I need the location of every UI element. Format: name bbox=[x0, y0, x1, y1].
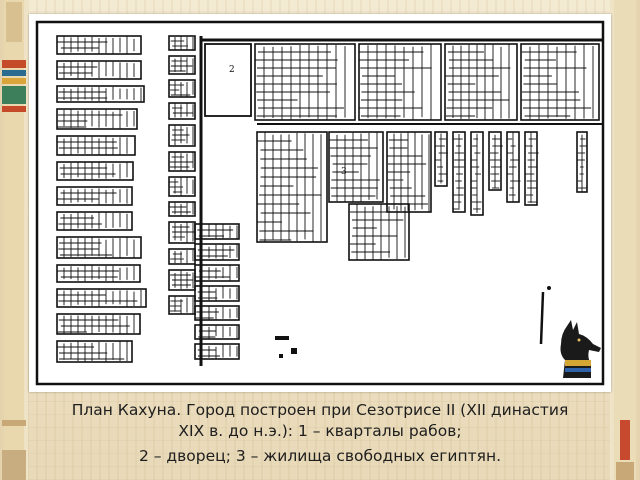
egyptian-pattern-icon bbox=[614, 0, 636, 480]
plan-building-blocks bbox=[56, 35, 600, 363]
anubis-jackal-icon bbox=[560, 320, 601, 378]
caption-line-1: План Кахуна. Город построен при Сезотрис… bbox=[71, 401, 569, 419]
slide-caption: План Кахуна. Город построен при Сезотрис… bbox=[28, 400, 612, 467]
plan-label-3: 3 bbox=[341, 167, 347, 177]
city-plan-image: 2 3 bbox=[29, 14, 611, 392]
left-decorative-border bbox=[0, 0, 28, 480]
caption-line-3: 2 – дворец; 3 – жилища свободных египтян… bbox=[138, 447, 502, 465]
right-decorative-border bbox=[610, 0, 640, 480]
caption-line-2: XIX в. до н.э.): 1 – кварталы рабов; bbox=[178, 422, 462, 440]
kahun-plan-drawing: 2 3 bbox=[35, 20, 605, 386]
plan-label-2: 2 bbox=[229, 65, 235, 75]
egyptian-pillar-icon bbox=[2, 0, 26, 480]
plan-north-marker bbox=[539, 291, 545, 345]
